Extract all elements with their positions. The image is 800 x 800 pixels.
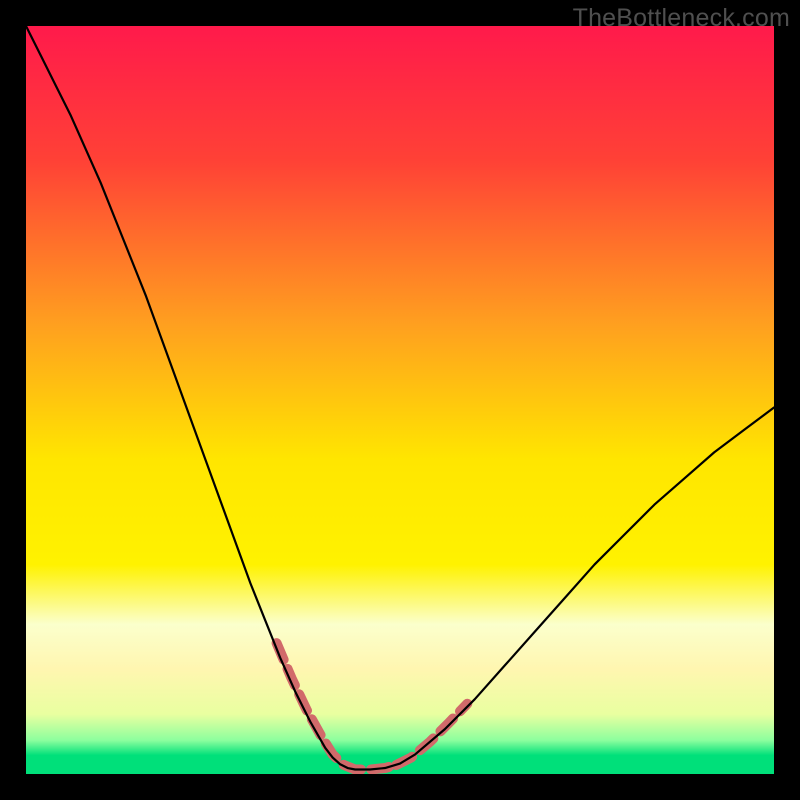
plot-area (26, 26, 774, 774)
highlight-right-threshold (396, 704, 467, 765)
chart-frame: TheBottleneck.com (0, 0, 800, 800)
series-bottleneck-curve (26, 26, 774, 770)
curve-layer (26, 26, 774, 774)
watermark-text: TheBottleneck.com (573, 4, 790, 33)
highlight-left-threshold (277, 643, 344, 765)
